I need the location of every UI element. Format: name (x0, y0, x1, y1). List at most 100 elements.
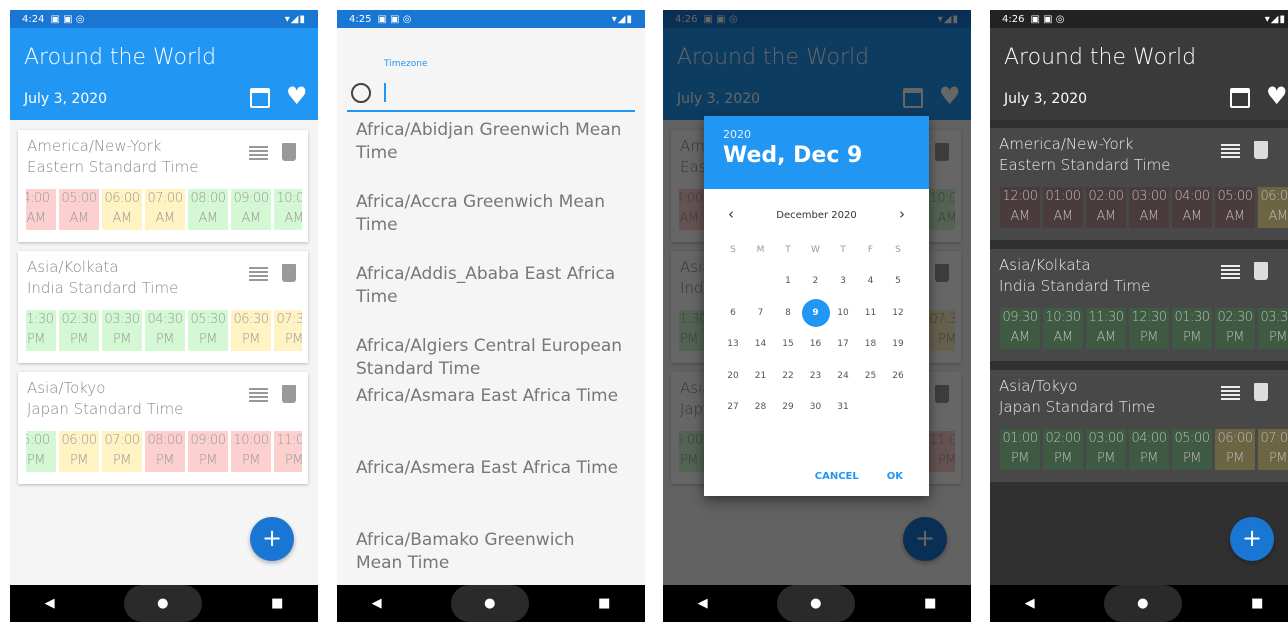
calendar-day[interactable]: 7 (747, 299, 775, 327)
timezone-card[interactable]: Asia/Kolkata India Standard Time 09:30 AM 10… (990, 249, 1288, 361)
status-icons: ▣ ▣ ◎ (50, 13, 85, 25)
hour-period: AM (1225, 209, 1245, 224)
calendar-day[interactable]: 17 (829, 330, 857, 358)
reorder-icon[interactable] (1221, 386, 1240, 400)
timezone-card[interactable]: America/New-York Eastern Standard Time 12:… (990, 128, 1288, 240)
timezone-card[interactable]: Asia/Tokyo Japan Standard Time 01:00 PM 02:0… (990, 370, 1288, 482)
calendar-day[interactable]: 16 (802, 330, 830, 358)
calendar-day[interactable]: 13 (719, 330, 747, 358)
timezone-name: India Standard Time (27, 279, 179, 297)
hour-cell: 06:30 PM (231, 310, 271, 351)
calendar-day[interactable]: 14 (747, 330, 775, 358)
hour-time: 01:00 (1002, 431, 1038, 446)
calendar-day[interactable]: 8 (774, 299, 802, 327)
hour-cell: 05:00 AM (1215, 187, 1255, 228)
reorder-icon[interactable] (1221, 144, 1240, 158)
timezone-option[interactable]: Africa/Accra Greenwich Mean Time (356, 191, 626, 237)
timezone-option[interactable]: Africa/Asmera East Africa Time (356, 457, 626, 480)
year-label[interactable]: 2020 (723, 128, 910, 141)
recents-icon[interactable]: ■ (924, 596, 936, 611)
add-timezone-button[interactable]: + (1230, 517, 1274, 561)
reorder-icon[interactable] (1221, 265, 1240, 279)
back-icon[interactable]: ◀ (372, 596, 382, 611)
calendar-day[interactable]: 18 (857, 330, 885, 358)
calendar-day[interactable]: 21 (747, 362, 775, 390)
reorder-icon[interactable] (249, 388, 268, 402)
heart-icon[interactable]: ♥ (286, 82, 308, 110)
home-button[interactable]: ● (776, 585, 855, 622)
hour-time: 02:30 (61, 312, 97, 327)
home-button[interactable]: ● (450, 585, 529, 622)
timezone-option[interactable]: Africa/Bamako Greenwich Mean Time (356, 529, 626, 575)
calendar-day[interactable]: 1 (774, 267, 802, 295)
calendar-day[interactable]: 27 (719, 393, 747, 421)
next-month-icon[interactable]: › (899, 205, 905, 223)
calendar-day[interactable]: 9 (801, 298, 830, 327)
trash-icon[interactable] (1254, 262, 1268, 280)
hour-period: PM (241, 332, 261, 347)
calendar-day[interactable]: 19 (884, 330, 912, 358)
calendar-day[interactable]: 4 (857, 267, 885, 295)
timezone-option[interactable]: Africa/Algiers Central European Standard… (356, 335, 626, 381)
calendar-day[interactable]: 2 (802, 267, 830, 295)
back-icon[interactable]: ◀ (1025, 596, 1035, 611)
reorder-icon[interactable] (249, 267, 268, 281)
hour-time: 4:00 (26, 191, 50, 206)
timezone-id: America/New-York (999, 135, 1134, 153)
hour-cell: 07:00 PM (102, 431, 142, 472)
hour-time: 11:30 (1088, 310, 1124, 325)
calendar-day[interactable]: 28 (747, 393, 775, 421)
recents-icon[interactable]: ■ (1251, 596, 1263, 611)
hour-time: 06:30 (233, 312, 269, 327)
calendar-day[interactable]: 25 (857, 362, 885, 390)
timezone-option[interactable]: Africa/Asmara East Africa Time (356, 385, 626, 408)
hour-period: AM (1182, 209, 1202, 224)
calendar-day[interactable]: 11 (857, 299, 885, 327)
status-bar: 4:26 ▣ ▣ ◎ ▾◢▮ (990, 10, 1288, 28)
back-icon[interactable]: ◀ (698, 596, 708, 611)
trash-icon[interactable] (282, 385, 296, 403)
calendar-day[interactable]: 31 (829, 393, 857, 421)
ok-button[interactable]: OK (887, 471, 903, 482)
back-icon[interactable]: ◀ (45, 596, 55, 611)
search-input[interactable] (384, 83, 386, 102)
calendar-icon[interactable] (250, 88, 270, 108)
trash-icon[interactable] (1254, 141, 1268, 159)
hour-cell: 03:30 PM (1258, 308, 1288, 349)
calendar-day[interactable]: 23 (802, 362, 830, 390)
calendar-day[interactable]: 15 (774, 330, 802, 358)
calendar-day[interactable]: 20 (719, 362, 747, 390)
calendar-day[interactable]: 22 (774, 362, 802, 390)
reorder-icon[interactable] (249, 146, 268, 160)
recents-icon[interactable]: ■ (271, 596, 283, 611)
recents-icon[interactable]: ■ (598, 596, 610, 611)
hour-period: AM (1053, 330, 1073, 345)
calendar-day[interactable]: 12 (884, 299, 912, 327)
home-button[interactable]: ● (1103, 585, 1182, 622)
calendar-icon[interactable] (1230, 88, 1250, 108)
calendar-day[interactable]: 6 (719, 299, 747, 327)
home-button[interactable]: ● (123, 585, 202, 622)
timezone-option[interactable]: Africa/Abidjan Greenwich Mean Time (356, 119, 626, 165)
timezone-card[interactable]: Asia/TokyoJapan Standard Time5:00PM06:00… (18, 372, 308, 484)
hour-cell: 08:00 PM (145, 431, 185, 472)
heart-icon[interactable]: ♥ (1266, 82, 1288, 110)
calendar-day[interactable]: 26 (884, 362, 912, 390)
calendar-day[interactable]: 3 (829, 267, 857, 295)
timezone-card[interactable]: America/New-York Eastern Standard Time 4:0… (18, 130, 308, 242)
calendar-day[interactable]: 29 (774, 393, 802, 421)
timezone-card[interactable]: Asia/KolkataIndia Standard Time01:30PM02… (18, 251, 308, 363)
trash-icon[interactable] (1254, 383, 1268, 401)
cancel-button[interactable]: CANCEL (815, 471, 859, 482)
hour-time: 10:00 (276, 191, 302, 206)
hour-cells: 5:00 PM 06:00 PM 07:00 PM 08:00 PM 09:00 PM 10:00 P… (26, 431, 302, 472)
timezone-option[interactable]: Africa/Addis_Ababa East Africa Time (356, 263, 626, 309)
calendar-day[interactable]: 10 (829, 299, 857, 327)
trash-icon[interactable] (282, 143, 296, 161)
trash-icon[interactable] (282, 264, 296, 282)
add-timezone-button[interactable]: + (250, 517, 294, 561)
calendar-day[interactable]: 5 (884, 267, 912, 295)
calendar-day[interactable]: 30 (802, 393, 830, 421)
hour-time: 10:30 (1045, 310, 1081, 325)
calendar-day[interactable]: 24 (829, 362, 857, 390)
